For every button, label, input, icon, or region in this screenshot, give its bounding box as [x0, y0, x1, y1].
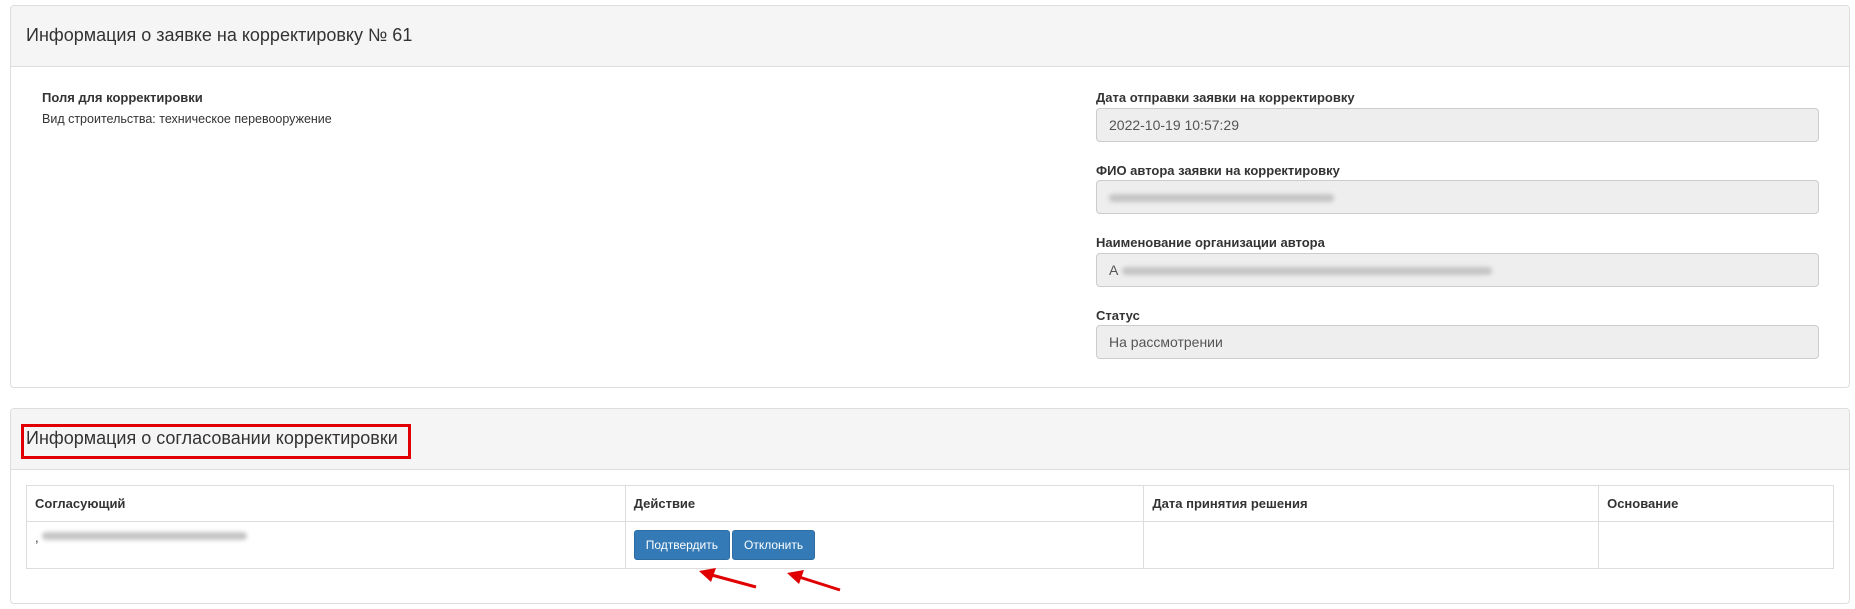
send-date-field[interactable]: 2022-10-19 10:57:29	[1096, 108, 1819, 142]
org-prefix: А	[1109, 262, 1119, 278]
fields-value: Вид строительства: техническое перевоору…	[42, 112, 332, 126]
approval-info-panel: Информация о согласовании корректировки …	[10, 408, 1850, 604]
approval-info-heading: Информация о согласовании корректировки	[11, 409, 1849, 470]
column-header-reason: Основание	[1598, 485, 1834, 522]
approval-table: Согласующий Действие Дата принятия решен…	[26, 485, 1834, 569]
org-label: Наименование организации автора	[1096, 235, 1325, 250]
reject-button[interactable]: Отклонить	[732, 530, 816, 560]
column-header-action: Действие	[624, 485, 1145, 522]
redacted-org-name	[1122, 267, 1493, 276]
send-date-label: Дата отправки заявки на корректировку	[1096, 90, 1355, 105]
author-field[interactable]	[1096, 180, 1819, 214]
status-label: Статус	[1096, 308, 1140, 323]
column-header-approver: Согласующий	[26, 485, 626, 522]
confirm-button[interactable]: Подтвердить	[633, 530, 731, 560]
status-field[interactable]: На рассмотрении	[1096, 325, 1819, 359]
decision-date-cell	[1143, 521, 1600, 569]
fields-label: Поля для корректировки	[42, 90, 203, 105]
redacted-approver-name	[42, 531, 248, 540]
reason-cell	[1598, 521, 1834, 569]
table-row: , Подтвердить Отклонить	[26, 521, 1834, 569]
action-cell: Подтвердить Отклонить	[624, 521, 1145, 569]
table-header-row: Согласующий Действие Дата принятия решен…	[26, 485, 1834, 522]
author-label: ФИО автора заявки на корректировку	[1096, 163, 1340, 178]
approver-cell: ,	[26, 521, 626, 569]
redacted-author-name	[1109, 194, 1334, 203]
org-field[interactable]: А	[1096, 253, 1819, 287]
approver-prefix: ,	[35, 530, 39, 545]
request-info-heading: Информация о заявке на корректировку № 6…	[11, 6, 1849, 67]
request-info-panel: Информация о заявке на корректировку № 6…	[10, 5, 1850, 388]
highlight-box	[21, 424, 411, 459]
request-info-title: Информация о заявке на корректировку № 6…	[26, 25, 413, 45]
column-header-decision-date: Дата принятия решения	[1143, 485, 1600, 522]
